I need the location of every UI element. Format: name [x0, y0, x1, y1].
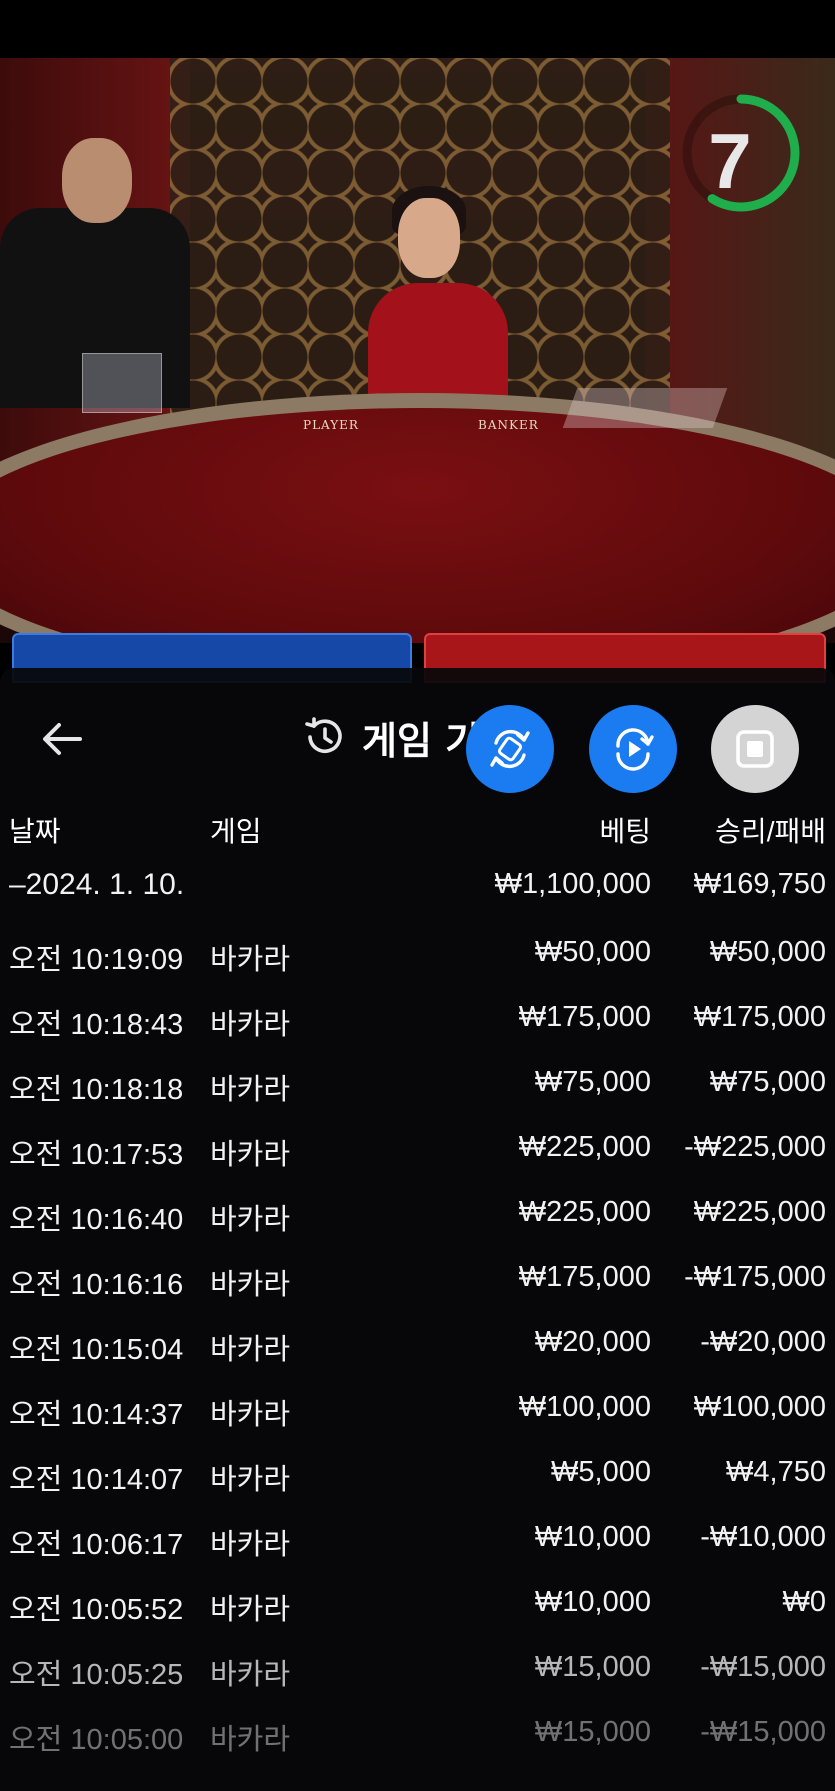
row-result: ₩4,750 — [726, 1456, 826, 1488]
discard-tray — [562, 388, 728, 428]
row-result: ₩175,000 — [693, 1001, 826, 1033]
row-time: 오전 10:14:07 — [9, 1464, 184, 1496]
status-bar — [0, 0, 835, 58]
swap-table-icon — [490, 730, 530, 768]
timer-value: 7 — [708, 117, 752, 205]
row-result: -₩15,000 — [700, 1716, 826, 1748]
row-bet: ₩175,000 — [518, 1261, 651, 1293]
date-group-win-total: ₩169,750 — [693, 868, 826, 900]
back-button[interactable] — [36, 713, 88, 765]
felt-banker-label: BANKER — [478, 418, 539, 432]
row-result: -₩15,000 — [700, 1651, 826, 1683]
row-game: 바카라 — [210, 1464, 291, 1496]
row-time: 오전 10:15:04 — [9, 1334, 184, 1366]
row-game: 바카라 — [210, 1399, 291, 1431]
row-bet: ₩5,000 — [551, 1456, 651, 1488]
row-bet: ₩50,000 — [534, 936, 651, 968]
row-time: 오전 10:19:09 — [9, 944, 184, 976]
row-result: ₩50,000 — [709, 936, 826, 968]
column-bet: 베팅 — [599, 816, 651, 847]
row-time: 오전 10:18:18 — [9, 1074, 184, 1106]
row-game: 바카라 — [210, 1724, 291, 1756]
row-time: 오전 10:05:25 — [9, 1659, 184, 1691]
row-game: 바카라 — [210, 944, 291, 976]
history-row[interactable]: 오전 10:18:18 바카라 ₩75,000 ₩75,000 — [0, 1056, 835, 1121]
date-group-label: –2024. 1. 10. — [9, 868, 185, 901]
row-bet: ₩75,000 — [534, 1066, 651, 1098]
history-row[interactable]: 오전 10:15:04 바카라 ₩20,000 -₩20,000 — [0, 1316, 835, 1381]
row-time: 오전 10:16:16 — [9, 1269, 184, 1301]
row-bet: ₩100,000 — [518, 1391, 651, 1423]
row-time: 오전 10:05:00 — [9, 1724, 184, 1756]
column-date: 날짜 — [9, 816, 61, 847]
history-row[interactable]: 오전 10:18:43 바카라 ₩175,000 ₩175,000 — [0, 991, 835, 1056]
row-bet: ₩20,000 — [534, 1326, 651, 1358]
history-row[interactable]: 오전 10:06:17 바카라 ₩10,000 -₩10,000 — [0, 1511, 835, 1576]
row-time: 오전 10:06:17 — [9, 1529, 184, 1561]
row-bet: ₩15,000 — [534, 1651, 651, 1683]
table-felt — [0, 408, 835, 643]
date-group-row[interactable]: –2024. 1. 10. ₩1,100,000 ₩169,750 — [0, 858, 835, 926]
history-row[interactable]: 오전 10:14:37 바카라 ₩100,000 ₩100,000 — [0, 1381, 835, 1446]
arrow-left-icon — [43, 723, 82, 755]
history-row[interactable]: 오전 10:05:00 바카라 ₩15,000 -₩15,000 — [0, 1706, 835, 1771]
row-result: ₩225,000 — [693, 1196, 826, 1228]
row-result: ₩75,000 — [709, 1066, 826, 1098]
row-result: ₩100,000 — [693, 1391, 826, 1423]
row-game: 바카라 — [210, 1204, 291, 1236]
swap-table-button[interactable] — [466, 705, 554, 793]
row-bet: ₩10,000 — [534, 1521, 651, 1553]
replay-video-button[interactable] — [589, 705, 677, 793]
row-result: -₩20,000 — [700, 1326, 826, 1358]
history-row[interactable]: 오전 10:14:07 바카라 ₩5,000 ₩4,750 — [0, 1446, 835, 1511]
history-row[interactable]: 오전 10:16:40 바카라 ₩225,000 ₩225,000 — [0, 1186, 835, 1251]
row-bet: ₩225,000 — [518, 1131, 651, 1163]
replay-video-icon — [616, 728, 654, 771]
date-group-bet-total: ₩1,100,000 — [494, 868, 651, 900]
stop-icon — [736, 730, 774, 768]
row-game: 바카라 — [210, 1529, 291, 1561]
row-game: 바카라 — [210, 1269, 291, 1301]
dealer-assistant-head — [62, 138, 132, 223]
history-header-row: 날짜 게임 베팅 승리/패배 — [0, 800, 835, 858]
stop-button[interactable] — [711, 705, 799, 793]
column-win-loss: 승리/패배 — [715, 816, 826, 847]
row-time: 오전 10:18:43 — [9, 1009, 184, 1041]
row-game: 바카라 — [210, 1139, 291, 1171]
row-result: -₩10,000 — [700, 1521, 826, 1553]
felt-player-label: PLAYER — [303, 418, 359, 432]
row-result: ₩0 — [782, 1586, 827, 1618]
dealer-head — [398, 198, 460, 278]
row-game: 바카라 — [210, 1594, 291, 1626]
history-clock-icon — [305, 717, 342, 754]
history-row[interactable]: 오전 10:19:09 바카라 ₩50,000 ₩50,000 — [0, 926, 835, 991]
row-time: 오전 10:14:37 — [9, 1399, 184, 1431]
row-bet: ₩15,000 — [534, 1716, 651, 1748]
row-result: -₩175,000 — [684, 1261, 826, 1293]
row-bet: ₩10,000 — [534, 1586, 651, 1618]
row-game: 바카라 — [210, 1659, 291, 1691]
history-row[interactable]: 오전 10:05:52 바카라 ₩10,000 ₩0 — [0, 1576, 835, 1641]
history-table: 날짜 게임 베팅 승리/패배 –2024. 1. 10. ₩1,100,000 … — [0, 800, 835, 1771]
column-game: 게임 — [210, 816, 262, 847]
history-row[interactable]: 오전 10:16:16 바카라 ₩175,000 -₩175,000 — [0, 1251, 835, 1316]
row-game: 바카라 — [210, 1334, 291, 1366]
history-row[interactable]: 오전 10:05:25 바카라 ₩15,000 -₩15,000 — [0, 1641, 835, 1706]
row-time: 오전 10:17:53 — [9, 1139, 184, 1171]
row-time: 오전 10:05:52 — [9, 1594, 184, 1626]
row-bet: ₩175,000 — [518, 1001, 651, 1033]
row-result: -₩225,000 — [684, 1131, 826, 1163]
countdown-timer: 7 — [680, 92, 802, 214]
row-bet: ₩225,000 — [518, 1196, 651, 1228]
row-game: 바카라 — [210, 1009, 291, 1041]
history-row[interactable]: 오전 10:17:53 바카라 ₩225,000 -₩225,000 — [0, 1121, 835, 1186]
card-shoe — [82, 353, 162, 413]
row-time: 오전 10:16:40 — [9, 1204, 184, 1236]
row-game: 바카라 — [210, 1074, 291, 1106]
